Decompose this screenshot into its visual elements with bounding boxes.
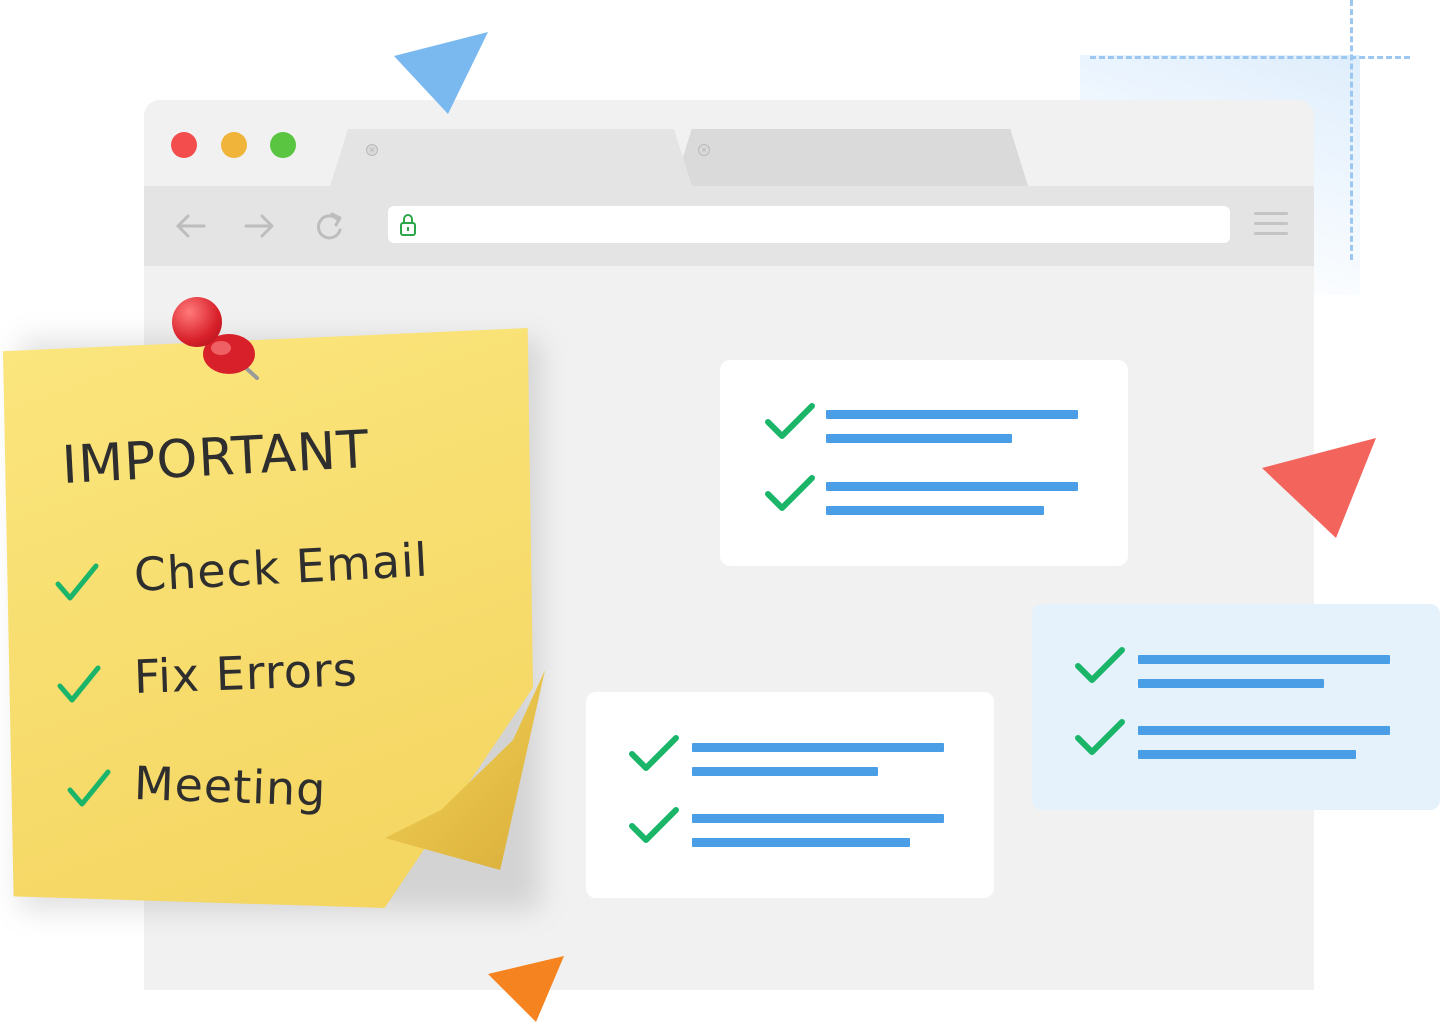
dashed-guide-horizontal <box>1090 56 1410 59</box>
checkmark-icon <box>67 769 111 807</box>
tab-close-icon[interactable]: × <box>366 144 378 156</box>
note-item-meeting: Meeting <box>133 756 328 817</box>
red-triangle-decoration <box>1262 438 1376 538</box>
text-line <box>692 767 878 776</box>
text-line <box>692 743 944 752</box>
reload-icon[interactable] <box>310 208 350 244</box>
text-line <box>826 482 1078 491</box>
checkmark-icon <box>629 735 679 771</box>
checkmark-icon <box>1075 719 1125 755</box>
note-item-fix-errors: Fix Errors <box>133 642 359 704</box>
forward-arrow-icon[interactable] <box>240 208 280 244</box>
blue-triangle-decoration <box>394 32 488 114</box>
text-line <box>692 838 910 847</box>
checklist-card-right <box>1032 604 1440 810</box>
text-line <box>1138 679 1324 688</box>
browser-toolbar <box>144 186 1314 266</box>
checklist-card-top <box>720 360 1128 566</box>
lock-icon <box>398 213 418 237</box>
checkmark-icon <box>765 475 815 511</box>
text-line <box>826 410 1078 419</box>
text-line <box>826 434 1012 443</box>
text-line <box>1138 750 1356 759</box>
close-window-button[interactable] <box>171 132 197 158</box>
hamburger-menu-icon[interactable] <box>1254 212 1288 238</box>
tab-close-icon[interactable]: × <box>698 144 710 156</box>
text-line <box>1138 726 1390 735</box>
checkmark-icon <box>57 665 101 703</box>
checkmark-icon <box>765 403 815 439</box>
checkmark-icon <box>1075 647 1125 683</box>
browser-tab-1[interactable]: × <box>330 129 692 186</box>
back-arrow-icon[interactable] <box>170 208 210 244</box>
browser-titlebar: × × <box>144 100 1314 186</box>
checkmark-icon <box>55 563 99 601</box>
dashed-guide-vertical <box>1350 0 1353 260</box>
text-line <box>826 506 1044 515</box>
text-line <box>692 814 944 823</box>
address-bar[interactable] <box>388 206 1230 243</box>
checkmark-icon <box>629 807 679 843</box>
orange-triangle-decoration <box>488 956 564 1022</box>
browser-tab-2[interactable]: × <box>674 129 1028 186</box>
checklist-card-bottom <box>586 692 994 898</box>
push-pin-head <box>172 297 222 347</box>
maximize-window-button[interactable] <box>270 132 296 158</box>
minimize-window-button[interactable] <box>221 132 247 158</box>
text-line <box>1138 655 1390 664</box>
